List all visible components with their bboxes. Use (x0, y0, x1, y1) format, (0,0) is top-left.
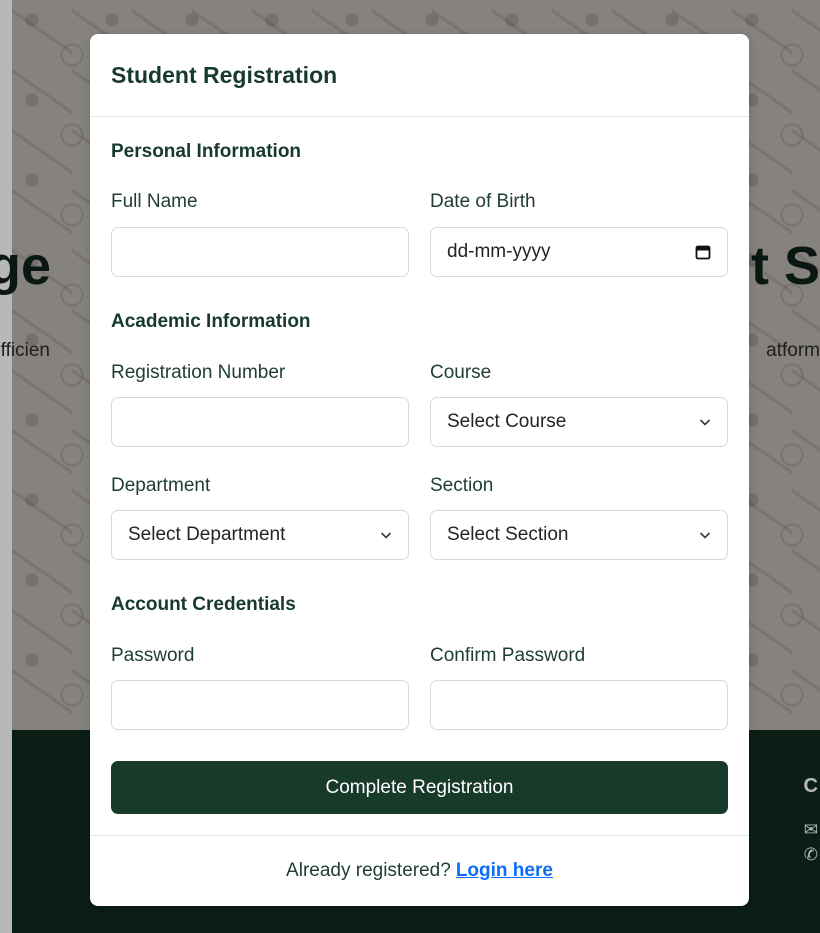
dob-label: Date of Birth (430, 191, 536, 212)
full-name-input[interactable] (111, 227, 409, 277)
dob-placeholder: dd-mm-yyyy (447, 241, 551, 262)
modal-title: Student Registration (111, 62, 338, 88)
modal-header: Student Registration (90, 34, 749, 117)
registration-modal: Student Registration Personal Informatio… (90, 34, 749, 906)
course-label: Course (430, 362, 492, 383)
course-select[interactable]: Select Course (430, 397, 728, 447)
section-personal-title: Personal Information (111, 141, 302, 162)
section-account-title: Account Credentials (111, 594, 296, 615)
department-label: Department (111, 475, 211, 496)
complete-registration-button[interactable]: Complete Registration (111, 761, 728, 814)
confirm-password-input[interactable] (430, 680, 728, 730)
confirm-password-label: Confirm Password (430, 645, 586, 666)
reg-number-input[interactable] (111, 397, 409, 447)
department-selected: Select Department (128, 524, 286, 545)
modal-footer: Already registered? Login here (90, 835, 749, 906)
course-selected: Select Course (447, 411, 567, 432)
chevron-down-icon (699, 419, 711, 426)
section-label: Section (430, 475, 494, 496)
calendar-icon[interactable] (695, 244, 711, 260)
dob-input[interactable]: dd-mm-yyyy (430, 227, 728, 277)
chevron-down-icon (380, 532, 392, 539)
section-select[interactable]: Select Section (430, 510, 728, 560)
already-registered-text: Already registered? (286, 860, 451, 881)
reg-number-label: Registration Number (111, 362, 286, 383)
department-select[interactable]: Select Department (111, 510, 409, 560)
password-input[interactable] (111, 680, 409, 730)
section-selected: Select Section (447, 524, 569, 545)
chevron-down-icon (699, 532, 711, 539)
section-academic-title: Academic Information (111, 311, 311, 332)
password-label: Password (111, 645, 195, 666)
login-link[interactable]: Login here (456, 860, 553, 882)
full-name-label: Full Name (111, 191, 198, 212)
